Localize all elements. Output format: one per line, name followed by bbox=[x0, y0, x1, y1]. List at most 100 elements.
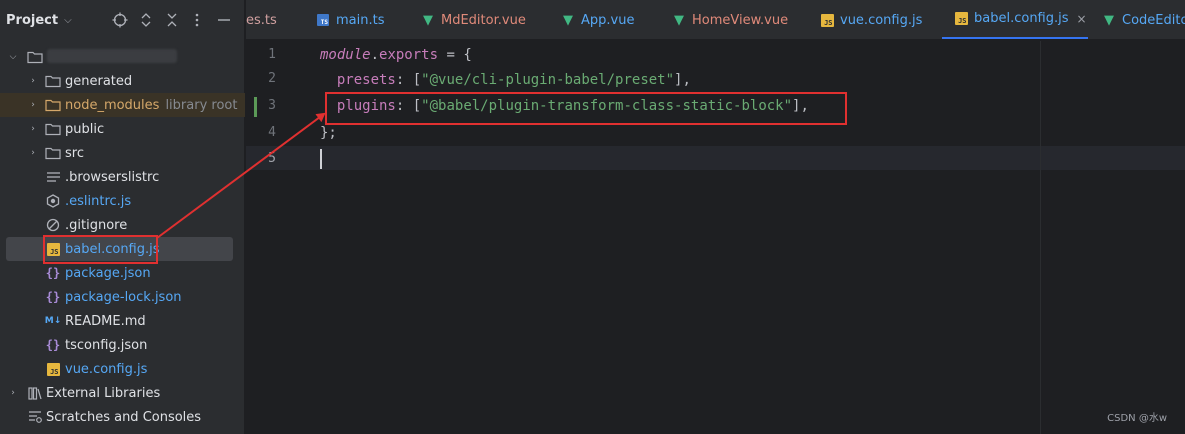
js-file-icon: JS bbox=[45, 241, 61, 257]
code-token: "@babel/plugin-transform-class-static-bl… bbox=[421, 98, 793, 114]
tree-item-label: .gitignore bbox=[65, 217, 128, 233]
code-token: plugins bbox=[336, 98, 396, 114]
tree-row-vue-config[interactable]: JS vue.config.js bbox=[0, 357, 245, 381]
code-token: : [ bbox=[395, 72, 422, 88]
line-number: 4 bbox=[268, 125, 276, 140]
tab-homeview-vue[interactable]: ▼ HomeView.vue bbox=[672, 0, 789, 39]
code-token: }; bbox=[320, 125, 337, 141]
code-token: ], bbox=[792, 98, 809, 114]
tree-row-tsconfig[interactable]: {} tsconfig.json bbox=[0, 333, 245, 357]
chevron-right-icon[interactable]: › bbox=[28, 100, 38, 110]
code-editor[interactable]: 1 2 3 4 5 module.exports = { presets: ["… bbox=[246, 41, 1185, 434]
line-number: 3 bbox=[268, 98, 276, 113]
expand-all-icon[interactable] bbox=[137, 11, 155, 29]
tree-item-label: README.md bbox=[65, 313, 146, 329]
tab-label: main.ts bbox=[336, 12, 385, 28]
close-icon[interactable]: × bbox=[1077, 12, 1087, 26]
project-panel: Project ⌵ ⌵ › generated › node_modules l… bbox=[0, 0, 245, 434]
tree-row-browserslistrc[interactable]: .browserslistrc bbox=[0, 165, 245, 189]
js-file-icon: JS bbox=[820, 13, 834, 27]
vue-file-icon: ▼ bbox=[674, 12, 684, 28]
project-panel-title[interactable]: Project bbox=[6, 13, 58, 28]
tree-row-gitignore[interactable]: .gitignore bbox=[0, 213, 245, 237]
text-file-icon bbox=[45, 169, 61, 185]
tab-app-vue[interactable]: ▼ App.vue bbox=[561, 0, 635, 39]
tab-es-ts[interactable]: es.ts bbox=[246, 0, 277, 39]
tree-row-package-json[interactable]: {} package.json bbox=[0, 261, 245, 285]
library-root-hint: library root bbox=[165, 97, 238, 113]
json-file-icon: {} bbox=[45, 338, 61, 352]
line-number: 2 bbox=[268, 71, 276, 86]
tree-item-label: tsconfig.json bbox=[65, 337, 148, 353]
vue-file-icon: ▼ bbox=[563, 12, 573, 28]
tab-vue-config-js[interactable]: JS vue.config.js bbox=[820, 0, 923, 39]
chevron-right-icon[interactable]: › bbox=[28, 148, 38, 158]
chevron-down-icon[interactable]: ⌵ bbox=[8, 52, 18, 62]
tree-row-external-libraries[interactable]: › External Libraries bbox=[0, 381, 245, 405]
tree-row-scratches[interactable]: Scratches and Consoles bbox=[0, 405, 245, 429]
tree-item-label: Scratches and Consoles bbox=[46, 409, 202, 425]
chevron-down-icon[interactable]: ⌵ bbox=[64, 15, 72, 26]
watermark: CSDN @水w bbox=[1107, 413, 1167, 424]
code-line-4: }; bbox=[320, 121, 337, 145]
tree-item-label: .browserslistrc bbox=[65, 169, 160, 185]
tab-label: HomeView.vue bbox=[692, 12, 789, 28]
current-line-highlight bbox=[246, 146, 1185, 170]
line-number-gutter: 1 2 3 4 5 bbox=[246, 41, 316, 434]
tree-row-public[interactable]: › public bbox=[0, 117, 245, 141]
locate-icon[interactable] bbox=[111, 11, 129, 29]
code-token: = { bbox=[438, 47, 472, 63]
markdown-file-icon: M↓ bbox=[44, 316, 62, 326]
more-options-icon[interactable] bbox=[188, 11, 206, 29]
text-caret bbox=[320, 149, 322, 169]
chevron-right-icon[interactable]: › bbox=[28, 76, 38, 86]
minimize-icon[interactable] bbox=[215, 11, 233, 29]
folder-icon bbox=[45, 145, 61, 161]
collapse-all-icon[interactable] bbox=[163, 11, 181, 29]
code-token: exports bbox=[379, 47, 439, 63]
tree-row-generated[interactable]: › generated bbox=[0, 69, 245, 93]
tree-item-label: babel.config.js bbox=[65, 241, 160, 257]
tab-label: vue.config.js bbox=[840, 12, 923, 28]
project-root-name-blurred bbox=[47, 49, 177, 63]
tab-mdeditor-vue[interactable]: ▼ MdEditor.vue bbox=[421, 0, 526, 39]
tree-row-node-modules[interactable]: › node_modules library root bbox=[0, 93, 245, 117]
tree-row-eslintrc[interactable]: .eslintrc.js bbox=[0, 189, 245, 213]
scratches-icon bbox=[27, 409, 43, 425]
code-token: . bbox=[370, 47, 380, 63]
code-token: : [ bbox=[395, 98, 422, 114]
tab-label: CodeEditor bbox=[1122, 12, 1185, 28]
code-token: ], bbox=[674, 72, 691, 88]
tree-row-src[interactable]: › src bbox=[0, 141, 245, 165]
folder-icon bbox=[45, 97, 61, 113]
vue-file-icon: ▼ bbox=[1104, 12, 1114, 28]
tree-row-readme[interactable]: M↓ README.md bbox=[0, 309, 245, 333]
code-token: module bbox=[320, 47, 371, 63]
js-file-icon: JS bbox=[45, 361, 61, 377]
library-icon bbox=[27, 385, 43, 401]
js-file-icon: JS bbox=[954, 12, 968, 26]
tree-row-babel-config[interactable]: JS babel.config.js bbox=[6, 237, 233, 261]
tab-main-ts[interactable]: TS main.ts bbox=[316, 0, 385, 39]
tab-label: es.ts bbox=[246, 12, 277, 28]
code-line-2: presets: ["@vue/cli-plugin-babel/preset"… bbox=[320, 68, 691, 92]
tab-label: App.vue bbox=[581, 12, 635, 28]
chevron-right-icon[interactable]: › bbox=[8, 388, 18, 398]
folder-icon bbox=[27, 49, 43, 65]
tree-item-label: External Libraries bbox=[46, 385, 161, 401]
chevron-right-icon[interactable]: › bbox=[28, 124, 38, 134]
tree-row-project-root[interactable]: ⌵ bbox=[0, 45, 245, 69]
project-panel-header: Project ⌵ bbox=[0, 0, 244, 40]
eslint-icon bbox=[45, 193, 61, 209]
editor-tab-bar: es.ts TS main.ts ▼ MdEditor.vue ▼ App.vu… bbox=[246, 0, 1185, 40]
code-line-1: module.exports = { bbox=[320, 43, 472, 67]
code-line-3: plugins: ["@babel/plugin-transform-class… bbox=[320, 94, 809, 118]
tab-codeeditor[interactable]: ▼ CodeEditor bbox=[1102, 0, 1185, 39]
code-token: "@vue/cli-plugin-babel/preset" bbox=[421, 72, 675, 88]
vue-file-icon: ▼ bbox=[423, 12, 433, 28]
tab-babel-config-js[interactable]: JS babel.config.js × bbox=[942, 0, 1088, 39]
tab-label: babel.config.js bbox=[974, 11, 1069, 26]
tree-row-package-lock-json[interactable]: {} package-lock.json bbox=[0, 285, 245, 309]
vcs-change-marker bbox=[254, 97, 257, 117]
tree-item-label: node_modules bbox=[65, 97, 160, 113]
